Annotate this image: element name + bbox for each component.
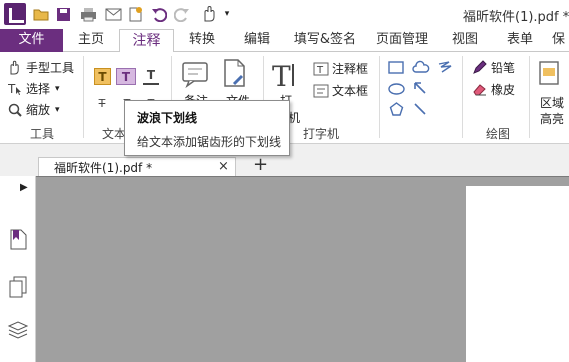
- tab-home[interactable]: 主页: [63, 29, 119, 52]
- tab-comment[interactable]: 注释: [119, 29, 174, 53]
- tab-file[interactable]: 文件: [0, 29, 63, 52]
- svg-text:T: T: [8, 82, 16, 96]
- tooltip: 波浪下划线 给文本添加锯齿形的下划线: [124, 100, 290, 156]
- document-tab[interactable]: 福昕软件(1).pdf * ×: [38, 157, 236, 176]
- note-button[interactable]: [181, 60, 209, 88]
- tab-convert[interactable]: 转换: [174, 29, 230, 52]
- select-label: 选择: [26, 82, 51, 96]
- note-box-icon: T: [313, 62, 329, 76]
- text-box-label: 文本框: [332, 84, 369, 98]
- pencil-icon: [473, 60, 487, 74]
- tooltip-title: 波浪下划线: [137, 111, 198, 125]
- tab-protect[interactable]: 保: [548, 29, 569, 52]
- title-bar: ▾ 福昕软件(1).pdf * -: [0, 0, 569, 29]
- left-navigation-panel: ▶: [0, 176, 36, 362]
- select-button[interactable]: T 选择 ▾: [8, 80, 60, 97]
- polygon-icon[interactable]: [389, 102, 404, 116]
- separator: [83, 56, 84, 138]
- svg-text:T: T: [316, 65, 324, 76]
- hand-icon[interactable]: [198, 4, 220, 24]
- tools-group-label: 工具: [30, 127, 55, 141]
- file-attach-icon: [224, 59, 245, 87]
- expand-panel-icon[interactable]: ▶: [20, 182, 28, 193]
- zoom-button[interactable]: 缩放 ▾: [8, 101, 60, 118]
- zoom-icon: [8, 103, 22, 117]
- open-icon[interactable]: [32, 4, 50, 24]
- pages-thumbnail-icon[interactable]: [8, 276, 28, 301]
- tab-form[interactable]: 表单: [492, 29, 548, 52]
- highlight-icon[interactable]: T: [94, 68, 111, 85]
- file-attach-button[interactable]: [222, 58, 248, 88]
- cursor-icon: [292, 64, 294, 86]
- redo-icon[interactable]: [173, 4, 191, 24]
- dropdown-icon[interactable]: ▾: [222, 4, 232, 24]
- text-group-label: 文本: [102, 127, 127, 141]
- typewriter-icon[interactable]: T: [272, 60, 291, 93]
- new-icon[interactable]: [126, 4, 144, 24]
- hand-tool-button[interactable]: 手型工具: [8, 59, 74, 76]
- area-highlight-button[interactable]: [538, 60, 560, 86]
- close-icon[interactable]: ×: [218, 159, 229, 174]
- tab-fill-sign[interactable]: 填写&签名: [284, 29, 366, 52]
- document-tab-label: 福昕软件(1).pdf *: [54, 161, 153, 175]
- hand-tool-icon: [10, 60, 19, 75]
- tab-view[interactable]: 视图: [438, 29, 492, 52]
- zoom-dropdown-icon: ▾: [55, 104, 60, 115]
- hand-tool-label: 手型工具: [26, 61, 75, 75]
- document-canvas[interactable]: [36, 176, 569, 362]
- underline-icon[interactable]: T: [143, 67, 159, 85]
- cloud-icon[interactable]: [412, 60, 430, 74]
- app-logo-icon[interactable]: [4, 3, 26, 25]
- ellipse-icon[interactable]: [388, 83, 405, 95]
- squiggly-underline-icon[interactable]: T: [116, 68, 136, 85]
- select-dropdown-icon: ▾: [55, 83, 60, 94]
- canvas-top-border: [36, 176, 569, 177]
- pencil-button[interactable]: 铅笔: [472, 59, 515, 76]
- area-highlight-label-top: 区域: [540, 96, 565, 110]
- typewriter-group-label: 打字机: [303, 127, 340, 141]
- text-box-button[interactable]: 文本框: [313, 82, 368, 99]
- layers-icon[interactable]: [7, 320, 29, 343]
- select-text-icon: T: [8, 82, 21, 96]
- draw-group-label: 绘图: [486, 127, 511, 141]
- strikeout-icon[interactable]: T: [95, 96, 109, 110]
- pdf-page[interactable]: [466, 186, 569, 362]
- separator: [462, 56, 463, 138]
- area-highlight-icon: [539, 61, 559, 85]
- eraser-button[interactable]: 橡皮: [472, 81, 515, 98]
- eraser-icon: [473, 84, 486, 96]
- rectangle-icon[interactable]: [388, 61, 404, 74]
- email-icon[interactable]: [103, 4, 123, 24]
- separator: [379, 56, 380, 138]
- text-box-icon: [313, 84, 329, 97]
- ribbon-tabs: 文件 主页 注释 转换 编辑 填写&签名 页面管理 视图 表单 保: [0, 29, 569, 53]
- tab-page-manage[interactable]: 页面管理: [366, 29, 438, 52]
- pencil-label: 铅笔: [491, 61, 516, 75]
- print-icon[interactable]: [78, 4, 98, 24]
- zoom-label: 缩放: [26, 103, 51, 117]
- separator: [529, 56, 530, 138]
- note-icon: [182, 62, 208, 88]
- tooltip-description: 给文本添加锯齿形的下划线: [137, 135, 282, 149]
- polyline-icon[interactable]: [437, 60, 453, 74]
- save-icon[interactable]: [54, 4, 72, 24]
- eraser-label: 橡皮: [491, 83, 516, 97]
- add-tab-icon[interactable]: +: [253, 154, 268, 175]
- tab-edit[interactable]: 编辑: [230, 29, 284, 52]
- note-box-label: 注释框: [332, 62, 369, 76]
- undo-icon[interactable]: [150, 4, 168, 24]
- area-highlight-label-bottom: 高亮: [540, 112, 565, 126]
- arrow-icon[interactable]: [413, 81, 427, 95]
- window-title: 福昕软件(1).pdf * -: [463, 10, 569, 25]
- bookmark-icon[interactable]: [8, 228, 28, 253]
- line-icon[interactable]: [413, 102, 427, 116]
- note-box-button[interactable]: T 注释框: [313, 60, 368, 77]
